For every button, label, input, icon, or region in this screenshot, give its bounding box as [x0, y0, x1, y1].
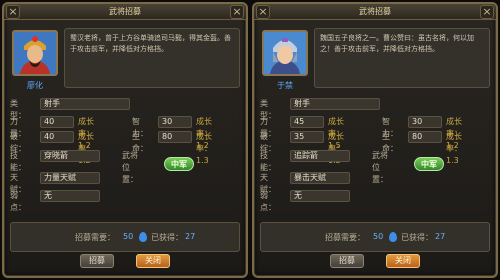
- hero-portrait: [12, 30, 58, 76]
- skill-label: 技能：: [10, 151, 26, 172]
- owned-value: 27: [435, 232, 446, 241]
- close-icon-left[interactable]: ×: [6, 5, 20, 19]
- owned-label: 已获得：: [151, 233, 183, 242]
- break-value: 40: [40, 131, 74, 143]
- type-value: 射手: [290, 98, 380, 110]
- owned-value: 27: [185, 232, 196, 241]
- close-icon-left[interactable]: ×: [256, 5, 270, 19]
- talent-value[interactable]: 力量天赋: [40, 172, 100, 184]
- skill-value[interactable]: 追踪箭: [290, 150, 350, 162]
- close-icon-right[interactable]: ×: [480, 5, 494, 19]
- talent-value[interactable]: 暴击天赋: [290, 172, 350, 184]
- weakness-label: 弱点：: [10, 191, 26, 212]
- intellect-value: 30: [408, 116, 442, 128]
- strength-value: 45: [290, 116, 324, 128]
- break-value: 35: [290, 131, 324, 143]
- hp-value: 80: [158, 131, 192, 143]
- hero-name: 廖化: [27, 81, 43, 90]
- hp-growth: 成长率：1.3: [196, 132, 212, 165]
- close-icon-right[interactable]: ×: [230, 5, 244, 19]
- recruit-button[interactable]: 招募: [330, 254, 364, 268]
- hero-name: 于禁: [277, 81, 293, 90]
- cost-value: 50: [123, 232, 134, 241]
- hero-description: 魏国五子良将之一。曹公赞曰：虽古名将，何以加之！善于攻击前军，并降低对方格挡。: [314, 28, 490, 88]
- weakness-value: 无: [290, 190, 350, 202]
- type-value: 射手: [40, 98, 130, 110]
- recruit-window-liaohua: 武将招募 × × 廖化 蜀汉老将，曾于上方谷单骑追司马懿，得其金盔。善于攻击前军…: [2, 2, 248, 278]
- skill-value[interactable]: 穿晓箭: [40, 150, 100, 162]
- position-badge: 中军: [164, 157, 194, 171]
- owned-label: 已获得：: [401, 233, 433, 242]
- intellect-value: 30: [158, 116, 192, 128]
- position-label: 武将位置：: [122, 151, 138, 184]
- window-title: 武将招募: [4, 4, 246, 20]
- recruit-window-yujin: 武将招募 × × 于禁 魏国五子良将之一。曹公赞曰：虽古名将，何以加之！善于攻击…: [252, 2, 498, 278]
- cost-label: 招募需要：: [325, 233, 365, 242]
- water-drop-icon: [389, 232, 397, 242]
- hero-portrait: [262, 30, 308, 76]
- close-button[interactable]: 关闭: [136, 254, 170, 268]
- skill-label: 技能：: [260, 151, 276, 172]
- weakness-value: 无: [40, 190, 100, 202]
- cost-value: 50: [373, 232, 384, 241]
- cost-label: 招募需要：: [75, 233, 115, 242]
- position-badge: 中军: [414, 157, 444, 171]
- hp-growth: 成长率：1.3: [446, 132, 462, 165]
- window-title: 武将招募: [254, 4, 496, 20]
- recruit-cost-box: 招募需要： 50 已获得： 27: [260, 222, 490, 252]
- strength-value: 40: [40, 116, 74, 128]
- recruit-button[interactable]: 招募: [80, 254, 114, 268]
- weakness-label: 弱点：: [260, 191, 276, 212]
- close-button[interactable]: 关闭: [386, 254, 420, 268]
- hero-description: 蜀汉老将，曾于上方谷单骑追司马懿，得其金盔。善于攻击前军，并降低对方格挡。: [64, 28, 240, 88]
- position-label: 武将位置：: [372, 151, 388, 184]
- recruit-cost-box: 招募需要： 50 已获得： 27: [10, 222, 240, 252]
- water-drop-icon: [139, 232, 147, 242]
- hp-value: 80: [408, 131, 442, 143]
